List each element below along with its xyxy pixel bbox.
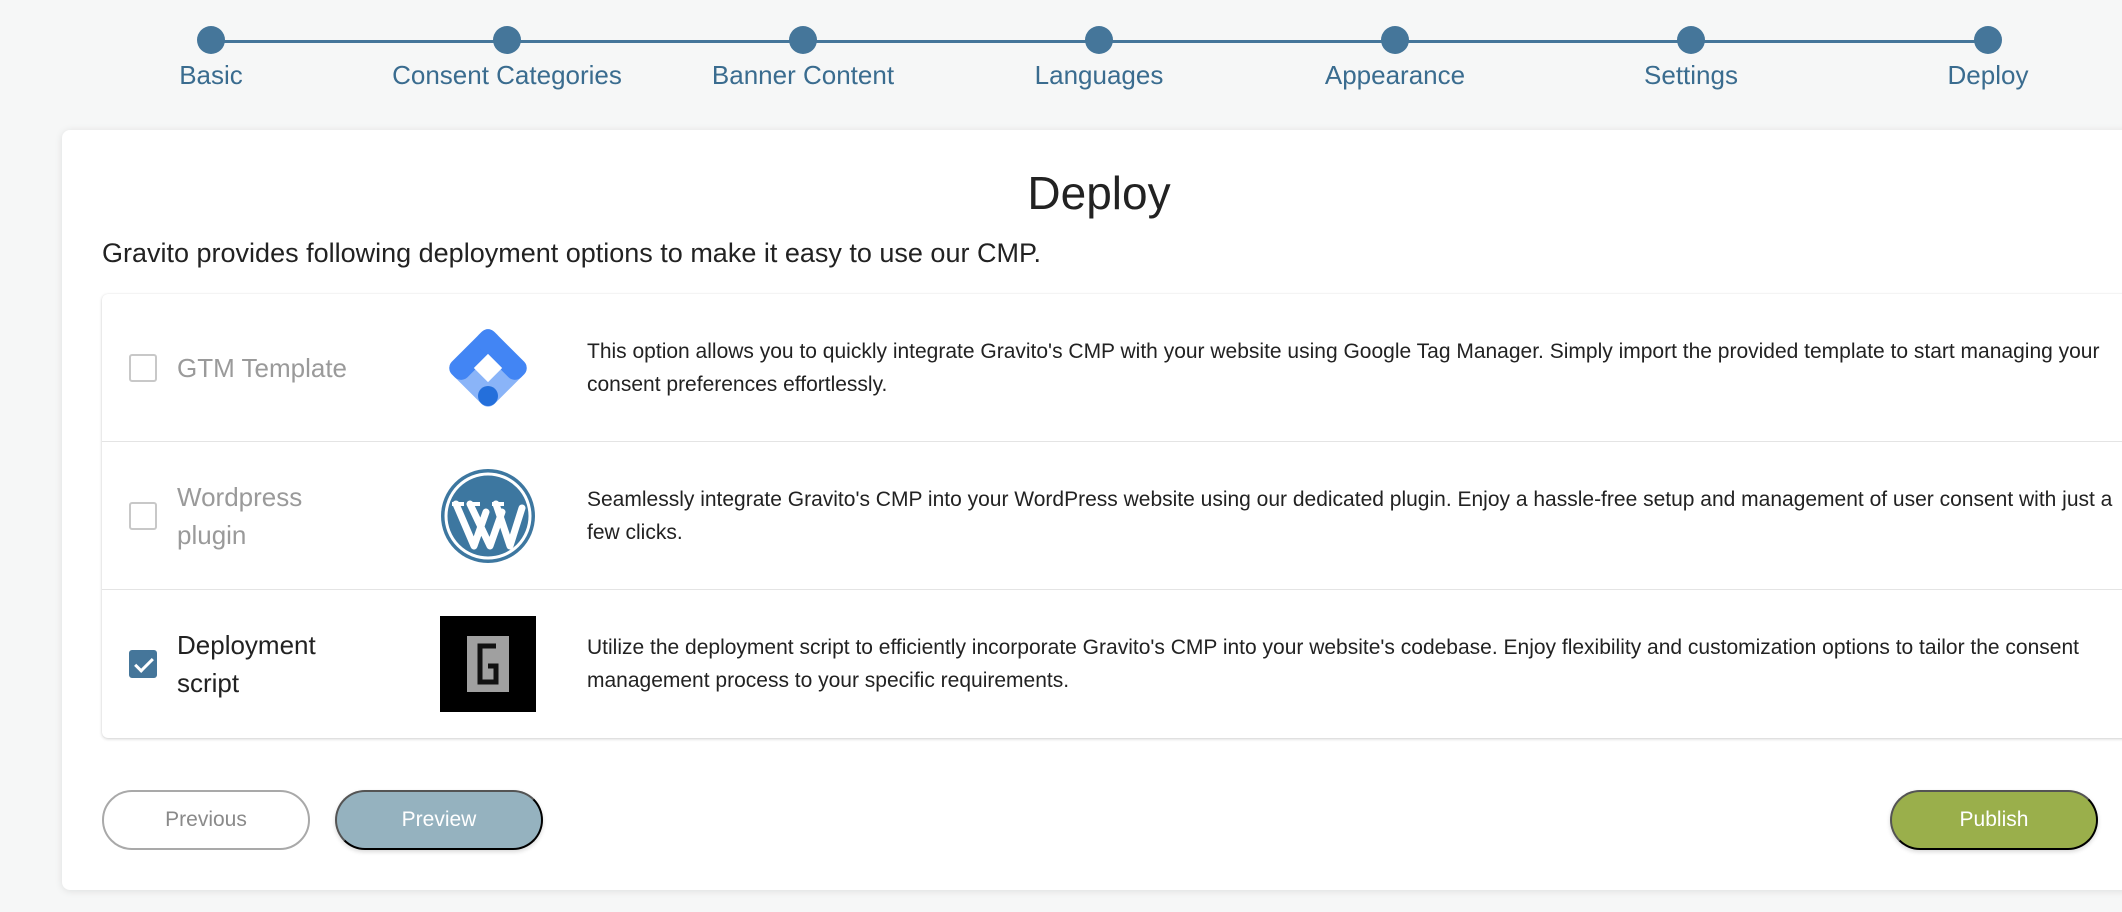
step-appearance[interactable]: Appearance	[1245, 26, 1545, 91]
step-consent-categories[interactable]: Consent Categories	[357, 26, 657, 91]
step-dot	[1677, 26, 1705, 54]
gtm-template-checkbox[interactable]	[129, 354, 157, 382]
step-label: Deploy	[1947, 60, 2029, 90]
option-description: Seamlessly integrate Gravito's CMP into …	[587, 488, 2113, 544]
option-description: Utilize the deployment script to efficie…	[587, 636, 2079, 692]
step-label: Banner Content	[711, 60, 895, 90]
intro-text: Gravito provides following deployment op…	[102, 238, 1041, 268]
previous-button[interactable]: Previous	[102, 790, 310, 850]
step-deploy[interactable]: Deploy	[1838, 26, 2122, 91]
page-title: Deploy	[1027, 167, 1171, 219]
step-banner-content[interactable]: Banner Content	[653, 26, 953, 91]
gravito-icon	[440, 616, 536, 712]
step-settings[interactable]: Settings	[1541, 26, 1841, 91]
deploy-card: Deploy Gravito provides following deploy…	[62, 130, 2122, 890]
step-basic[interactable]: Basic	[61, 26, 361, 91]
step-languages[interactable]: Languages	[949, 26, 1249, 91]
google-tag-manager-icon	[440, 320, 536, 416]
option-description: This option allows you to quickly integr…	[587, 340, 2100, 396]
deployment-options-list: GTM Template This option allows you to q…	[102, 294, 2122, 738]
step-label: Settings	[1644, 60, 1738, 90]
step-label: Appearance	[1324, 60, 1466, 90]
option-wordpress-plugin[interactable]: Wordpress plugin Seamlessly integrate Gr…	[102, 442, 2122, 590]
option-label: Deployment script	[177, 630, 316, 698]
option-label: Wordpress plugin	[177, 482, 303, 550]
step-dot	[1974, 26, 2002, 54]
progress-stepper: Basic Consent Categories Banner Content …	[0, 0, 2122, 110]
step-dot	[197, 26, 225, 54]
option-deployment-script[interactable]: Deployment script Utilize the deployment…	[102, 590, 2122, 738]
preview-button[interactable]: Preview	[335, 790, 543, 850]
wordpress-plugin-checkbox[interactable]	[129, 502, 157, 530]
step-label: Consent Categories	[392, 60, 622, 90]
step-dot	[1085, 26, 1113, 54]
wordpress-icon	[440, 468, 536, 564]
step-label: Basic	[179, 60, 243, 90]
option-label: GTM Template	[177, 353, 348, 383]
publish-button[interactable]: Publish	[1890, 790, 2098, 850]
step-dot	[1381, 26, 1409, 54]
step-dot	[493, 26, 521, 54]
option-gtm-template[interactable]: GTM Template This option allows you to q…	[102, 294, 2122, 442]
step-label: Languages	[1034, 60, 1164, 90]
deployment-script-checkbox[interactable]	[129, 650, 157, 678]
step-dot	[789, 26, 817, 54]
